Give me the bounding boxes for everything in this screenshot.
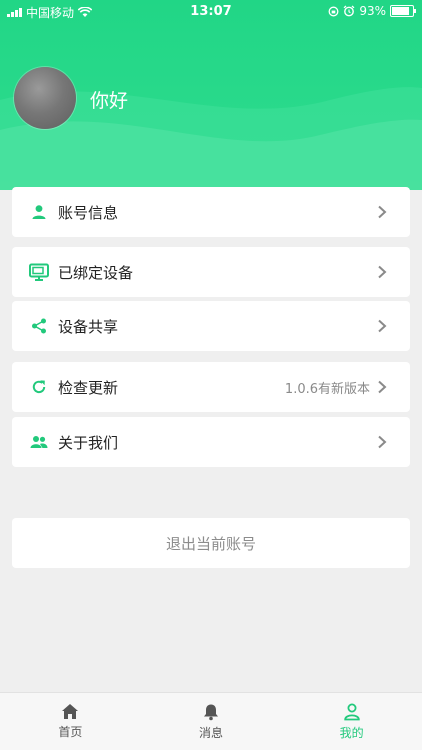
tab-messages[interactable]: 消息 <box>141 693 282 750</box>
monitor-icon <box>28 261 50 283</box>
tab-mine[interactable]: 我的 <box>281 693 422 750</box>
menu-item-bound-devices[interactable]: 已绑定设备 <box>12 247 410 297</box>
menu-item-device-share[interactable]: 设备共享 <box>12 301 410 351</box>
rotation-lock-icon <box>328 6 339 16</box>
chevron-right-icon <box>378 380 387 394</box>
chevron-right-icon <box>378 319 387 333</box>
logout-button[interactable]: 退出当前账号 <box>12 518 410 568</box>
home-icon <box>62 704 79 719</box>
menu-item-label: 检查更新 <box>58 378 119 397</box>
tab-home-label: 首页 <box>58 725 83 739</box>
tab-mine-label: 我的 <box>339 726 364 740</box>
share-icon <box>28 315 50 337</box>
bottom-tab-bar: 首页 消息 我的 <box>0 692 422 750</box>
profile-header: 你好 <box>0 0 422 190</box>
battery-percent: 93% <box>359 4 386 18</box>
person-icon <box>28 201 50 223</box>
status-bar: 中国移动 13:07 93% <box>0 0 422 22</box>
menu-item-about-us[interactable]: 关于我们 <box>12 417 410 467</box>
refresh-icon <box>28 376 50 398</box>
bell-icon <box>204 704 218 721</box>
battery-icon <box>390 5 416 17</box>
chevron-right-icon <box>378 435 387 449</box>
greeting-text: 你好 <box>90 90 129 112</box>
menu-item-account-info[interactable]: 账号信息 <box>12 187 410 237</box>
user-outline-icon <box>343 703 360 721</box>
menu-item-label: 关于我们 <box>58 433 119 452</box>
chevron-right-icon <box>378 265 387 279</box>
logout-label: 退出当前账号 <box>165 534 256 553</box>
alarm-icon <box>343 5 355 17</box>
update-version-status: 1.0.6有新版本 <box>284 381 370 397</box>
menu-item-check-update[interactable]: 检查更新 1.0.6有新版本 <box>12 362 410 412</box>
tab-messages-label: 消息 <box>199 726 224 740</box>
menu-item-label: 设备共享 <box>58 317 119 336</box>
chevron-right-icon <box>378 205 387 219</box>
menu-item-label: 账号信息 <box>58 203 119 222</box>
menu-item-label: 已绑定设备 <box>58 263 134 282</box>
tab-home[interactable]: 首页 <box>0 693 141 750</box>
group-icon <box>28 431 50 453</box>
avatar[interactable] <box>14 67 76 129</box>
